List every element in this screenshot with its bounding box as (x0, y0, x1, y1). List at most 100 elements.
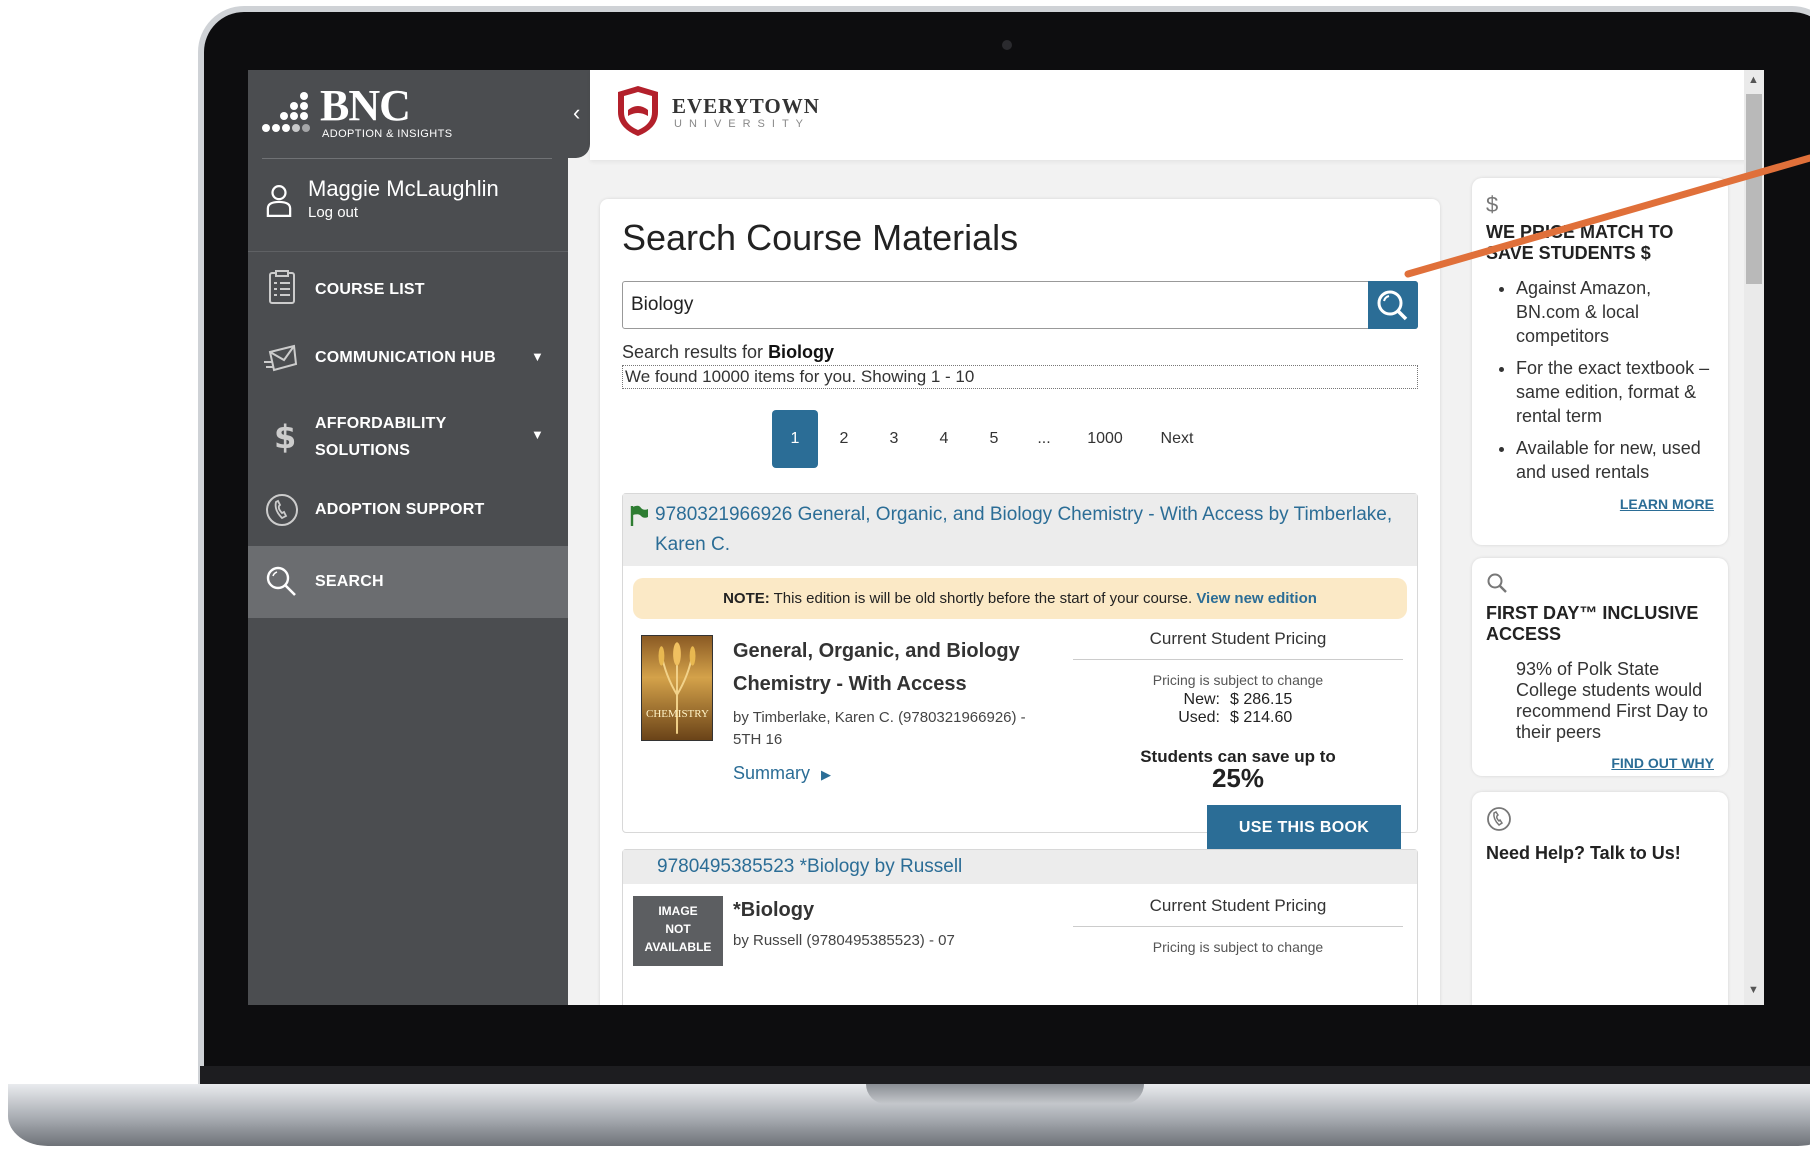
caret-right-icon: ▶ (821, 767, 832, 782)
find-out-why-link[interactable]: FIND OUT WHY (1486, 755, 1714, 771)
collapse-sidebar-tab[interactable]: ‹ (568, 70, 590, 158)
university-subtitle: UNIVERSITY (674, 118, 811, 130)
result-head: 9780495385523 *Biology by Russell (623, 850, 1417, 884)
pagination: 1 2 3 4 5 ... 1000 Next (772, 409, 1214, 469)
nav-label: SEARCH (315, 573, 384, 590)
nav-course-list[interactable]: COURSE LIST (248, 252, 568, 322)
book-cover[interactable]: CHEMISTRY (641, 635, 713, 741)
phone-icon (266, 494, 298, 526)
envelope-icon (264, 344, 298, 372)
search-icon (266, 566, 296, 596)
list-item: Available for new, used and used rentals (1516, 436, 1714, 484)
user-icon (266, 185, 292, 217)
page-3-button[interactable]: 3 (870, 410, 918, 468)
image-not-available: IMAGE NOT AVAILABLE (633, 896, 723, 966)
results-for-text: Search results for Biology (622, 342, 834, 363)
university-name: EVERYTOWN (672, 94, 820, 118)
book-title: General, Organic, and Biology Chemistry … (733, 640, 1020, 695)
savings-percent: 25% (1211, 763, 1265, 793)
new-price-line: New: $ 286.15 (1073, 691, 1403, 709)
result-head: 9780321966926 General, Organic, and Biol… (623, 494, 1417, 566)
laptop-hinge (200, 1066, 1810, 1086)
used-price-value: $ 214.60 (1230, 709, 1293, 726)
note-label: NOTE: (723, 590, 770, 607)
list-item: For the exact textbook – same edition, f… (1516, 356, 1714, 428)
pricing-disclaimer: Pricing is subject to change (1152, 672, 1324, 688)
result-title-link[interactable]: 9780495385523 *Biology by Russell (657, 856, 962, 877)
user-block: Maggie McLaughlin Log out (248, 160, 568, 252)
summary-label: Summary (733, 763, 811, 783)
first-day-title: FIRST DAY™ INCLUSIVE ACCESS (1486, 603, 1699, 644)
page-1-button[interactable]: 1 (772, 410, 818, 468)
dollar-icon: $ (274, 418, 296, 454)
used-price-line: Used: $ 214.60 (1073, 709, 1403, 727)
page-1000-button[interactable]: 1000 (1070, 410, 1140, 468)
results-count: We found 10000 items for you. Showing 1 … (622, 365, 1418, 389)
search-panel: Search Course Materials Search results f… (600, 199, 1440, 1005)
user-name: Maggie McLaughlin (308, 176, 499, 201)
chevron-left-icon: ‹ (573, 100, 581, 125)
sidebar: BNC ADOPTION & INSIGHTS Maggie McLaughli… (248, 70, 568, 1005)
result-title-link[interactable]: 9780321966926 General, Organic, and Biol… (655, 504, 1392, 555)
annotation-arrow (1404, 154, 1810, 278)
university-shield-icon (618, 86, 658, 136)
nav-communication-hub[interactable]: COMMUNICATION HUB ▼ (248, 322, 568, 394)
help-title: Need Help? Talk to Us! (1486, 843, 1681, 863)
header: EVERYTOWN UNIVERSITY (590, 70, 1764, 160)
pricing-column: Current Student Pricing Pricing is subje… (1073, 629, 1403, 793)
search-icon (1487, 573, 1507, 593)
logout-link[interactable]: Log out (308, 204, 358, 221)
clipboard-icon (269, 270, 295, 304)
cover-title: CHEMISTRY (646, 708, 709, 720)
learn-more-link[interactable]: LEARN MORE (1486, 496, 1714, 512)
wheat-icon (658, 642, 696, 734)
no-image-line3: AVAILABLE (644, 940, 712, 954)
result-item: 9780321966926 General, Organic, and Biol… (622, 493, 1418, 851)
use-this-book-button[interactable]: USE THIS BOOK (1207, 805, 1401, 851)
book-author: by Russell (9780495385523) - 07 (733, 932, 955, 949)
brand-dots-icon (262, 92, 314, 138)
nav-adoption-support[interactable]: ADOPTION SUPPORT (248, 474, 568, 546)
caret-down-icon[interactable]: ▼ (531, 349, 544, 364)
next-page-button[interactable]: Next (1142, 410, 1212, 468)
page-5-button[interactable]: 5 (970, 410, 1018, 468)
page-title: Search Course Materials (622, 217, 1019, 258)
first-day-body: 93% of Polk State College students would… (1516, 659, 1709, 742)
scroll-down-icon[interactable]: ▼ (1748, 984, 1759, 996)
view-new-edition-link[interactable]: View new edition (1196, 590, 1317, 607)
nav-label-line1: AFFORDABILITY (315, 415, 447, 432)
help-card: Need Help? Talk to Us! (1472, 792, 1728, 1005)
brand-logo[interactable]: BNC ADOPTION & INSIGHTS (248, 70, 568, 160)
search-input[interactable] (623, 282, 1367, 328)
page-2-button[interactable]: 2 (820, 410, 868, 468)
nav-label: AFFORDABILITY SOLUTIONS (315, 410, 446, 464)
summary-toggle[interactable]: Summary ▶ (733, 763, 831, 784)
laptop-notch (866, 1084, 1144, 1104)
used-price-label: Used: (1178, 709, 1220, 726)
page-ellipsis: ... (1037, 430, 1051, 447)
webcam (1002, 40, 1012, 50)
price-match-list: Against Amazon, BN.com & local competito… (1516, 276, 1714, 484)
book-author: by Timberlake, Karen C. (9780321966926) … (733, 709, 1026, 748)
edition-note: NOTE: This edition is will be old shortl… (633, 578, 1407, 619)
svg-text:$: $ (274, 418, 296, 454)
brand-subtitle: ADOPTION & INSIGHTS (322, 128, 453, 140)
new-price-label: New: (1183, 691, 1220, 708)
note-text: This edition is will be old shortly befo… (769, 590, 1197, 607)
search-box (622, 281, 1418, 329)
caret-down-icon[interactable]: ▼ (531, 427, 544, 442)
nav-label: ADOPTION SUPPORT (315, 501, 485, 518)
pricing-disclaimer: Pricing is subject to change (1152, 939, 1324, 955)
nav-label-line2: SOLUTIONS (315, 442, 411, 459)
pricing-column: Current Student Pricing Pricing is subje… (1073, 896, 1403, 955)
no-image-line1: IMAGE (658, 904, 698, 918)
nav-search[interactable]: SEARCH (248, 546, 568, 618)
flag-icon (630, 505, 648, 526)
phone-icon (1487, 807, 1511, 831)
brand-name: BNC (320, 81, 411, 130)
nav-affordability-solutions[interactable]: $ AFFORDABILITY SOLUTIONS ▼ (248, 394, 568, 474)
results-for-prefix: Search results for (622, 342, 769, 362)
page-4-button[interactable]: 4 (920, 410, 968, 468)
scroll-up-icon[interactable]: ▲ (1748, 74, 1759, 86)
result-item: 9780495385523 *Biology by Russell IMAGE … (622, 849, 1418, 1005)
